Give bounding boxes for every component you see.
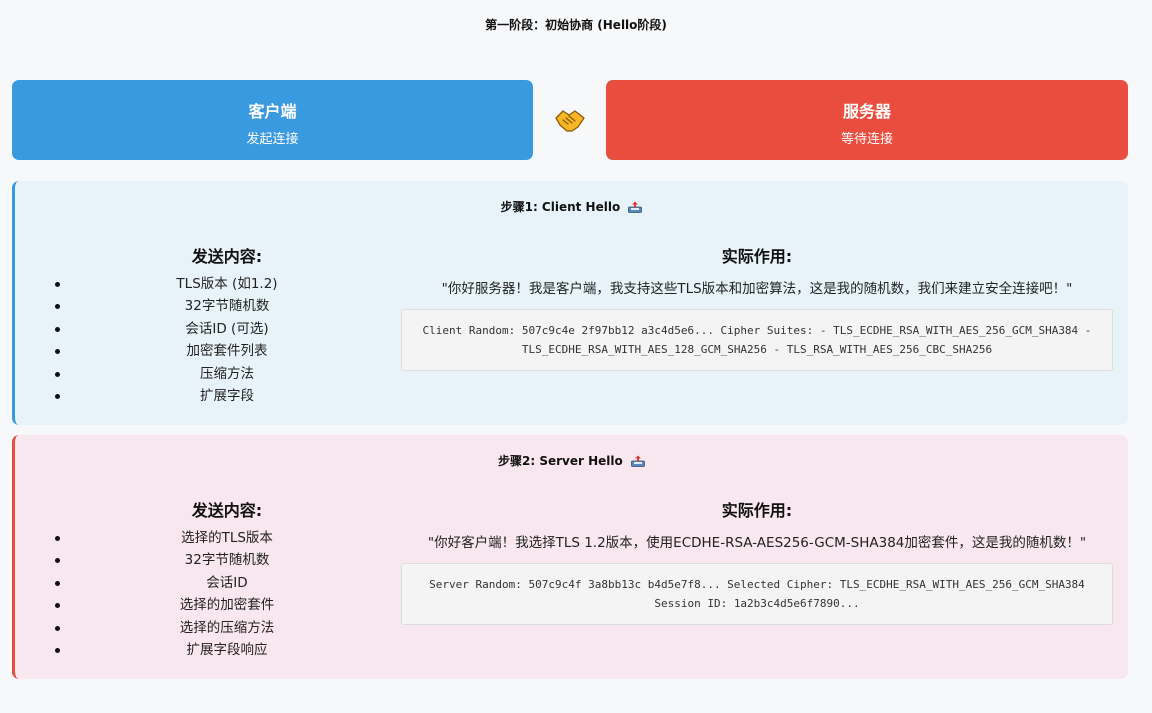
step-server-hello: 步骤2: Server Hello 发送内容: 选择的TLS版本 32字节随机数… — [12, 435, 1128, 679]
explanation-quote: "你好服务器！我是客户端，我支持这些TLS版本和加密算法，这是我的随机数，我们来… — [441, 281, 1073, 297]
explanation-quote: "你好客户端！我选择TLS 1.2版本，使用ECDHE-RSA-AES256-G… — [427, 535, 1087, 551]
handshake-icon — [555, 110, 585, 132]
list-item: 扩展字段 — [15, 385, 439, 407]
list-item: 32字节随机数 — [15, 295, 439, 317]
server-name: 服务器 — [842, 102, 891, 121]
outbox-tray-icon — [628, 201, 643, 213]
actual-function-heading: 实际作用: — [721, 247, 793, 266]
list-item: TLS版本 (如1.2) — [15, 273, 439, 295]
code-block: Client Random: 507c9c4e 2f97bb12 a3c4d5e… — [401, 309, 1113, 371]
sent-content-heading: 发送内容: — [191, 501, 263, 520]
actual-function-heading: 实际作用: — [721, 501, 793, 520]
sent-content-list: TLS版本 (如1.2) 32字节随机数 会话ID (可选) 加密套件列表 压缩… — [15, 273, 439, 407]
client-card: 客户端 发起连接 — [12, 80, 533, 160]
sent-content-column: 发送内容: TLS版本 (如1.2) 32字节随机数 会话ID (可选) 加密套… — [15, 243, 439, 407]
list-item: 会话ID (可选) — [15, 318, 439, 340]
step-title-text: 步骤1: Client Hello — [500, 200, 621, 214]
list-item: 加密套件列表 — [15, 340, 439, 362]
list-item: 32字节随机数 — [15, 549, 439, 571]
sent-content-column: 发送内容: 选择的TLS版本 32字节随机数 会话ID 选择的加密套件 选择的压… — [15, 497, 439, 661]
server-card: 服务器 等待连接 — [606, 80, 1128, 160]
client-name: 客户端 — [248, 102, 297, 121]
step-title: 步骤1: Client Hello — [15, 198, 1128, 215]
list-item: 选择的加密套件 — [15, 594, 439, 616]
client-subtitle: 发起连接 — [246, 132, 299, 147]
page-title: 第一阶段：初始协商 (Hello阶段) — [485, 18, 667, 32]
step-client-hello: 步骤1: Client Hello 发送内容: TLS版本 (如1.2) 32字… — [12, 181, 1128, 425]
actual-function-column: 实际作用: "你好服务器！我是客户端，我支持这些TLS版本和加密算法，这是我的随… — [401, 243, 1113, 371]
step-title-text: 步骤2: Server Hello — [498, 454, 623, 468]
actual-function-column: 实际作用: "你好客户端！我选择TLS 1.2版本，使用ECDHE-RSA-AE… — [401, 497, 1113, 625]
list-item: 压缩方法 — [15, 363, 439, 385]
step-title: 步骤2: Server Hello — [15, 452, 1128, 469]
list-item: 选择的TLS版本 — [15, 527, 439, 549]
sent-content-list: 选择的TLS版本 32字节随机数 会话ID 选择的加密套件 选择的压缩方法 扩展… — [15, 527, 439, 661]
list-item: 选择的压缩方法 — [15, 617, 439, 639]
sent-content-heading: 发送内容: — [191, 247, 263, 266]
outbox-tray-icon — [631, 455, 645, 467]
code-block: Server Random: 507c9c4f 3a8bb13c b4d5e7f… — [401, 563, 1113, 625]
list-item: 会话ID — [15, 572, 439, 594]
server-subtitle: 等待连接 — [840, 132, 893, 147]
list-item: 扩展字段响应 — [15, 639, 439, 661]
